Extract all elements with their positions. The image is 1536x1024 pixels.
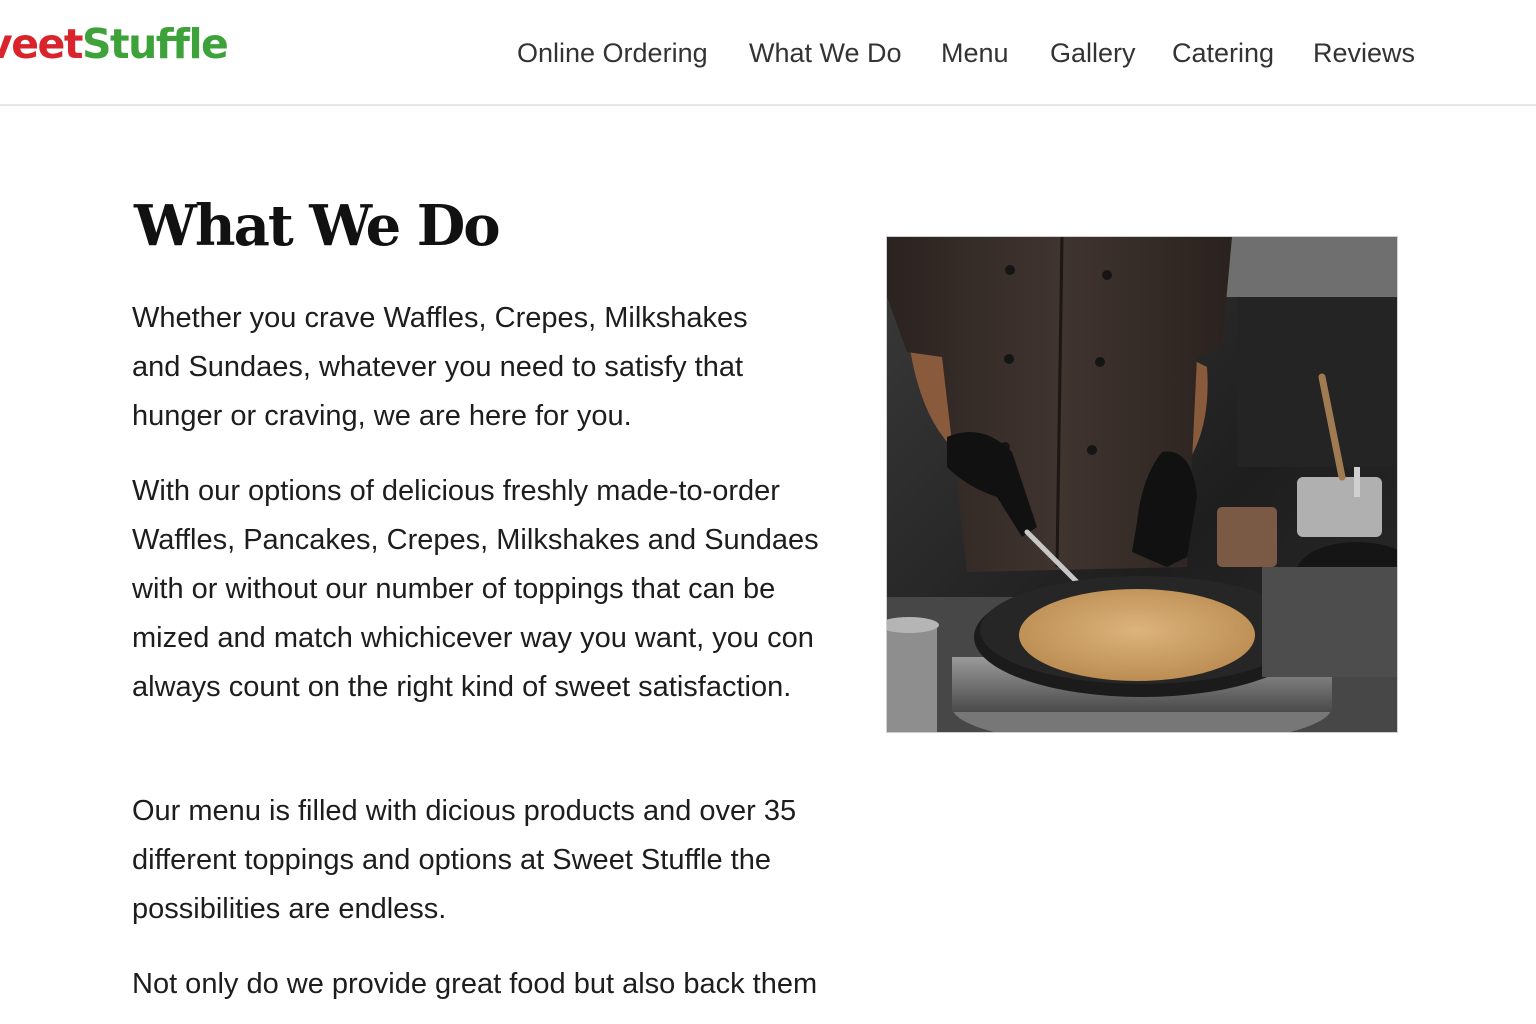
- page-title: What We Do: [134, 193, 501, 259]
- nav-reviews[interactable]: Reviews: [1313, 36, 1415, 70]
- chef-making-crepe-image: [887, 237, 1397, 732]
- options-paragraph: With our options of delicious freshly ma…: [132, 475, 819, 703]
- nav-menu[interactable]: Menu: [941, 36, 1009, 70]
- nav-what-we-do[interactable]: What We Do: [749, 36, 902, 70]
- menu-paragraph: Our menu is filled with dicious products…: [132, 795, 797, 925]
- nav-gallery[interactable]: Gallery: [1050, 36, 1136, 70]
- intro-paragraph: Whether you crave Waffles, Crepes, Milks…: [132, 302, 748, 432]
- service-paragraph: Not only do we provide great food but al…: [132, 968, 818, 1000]
- nav-online-ordering[interactable]: Online Ordering: [517, 36, 708, 70]
- site-header: veetStuffle Online Ordering What We Do M…: [0, 0, 1536, 106]
- nav-catering[interactable]: Catering: [1172, 36, 1274, 70]
- main-nav: Online Ordering What We Do Menu Gallery …: [0, 36, 1536, 70]
- chef-crepe-photo: [886, 236, 1398, 733]
